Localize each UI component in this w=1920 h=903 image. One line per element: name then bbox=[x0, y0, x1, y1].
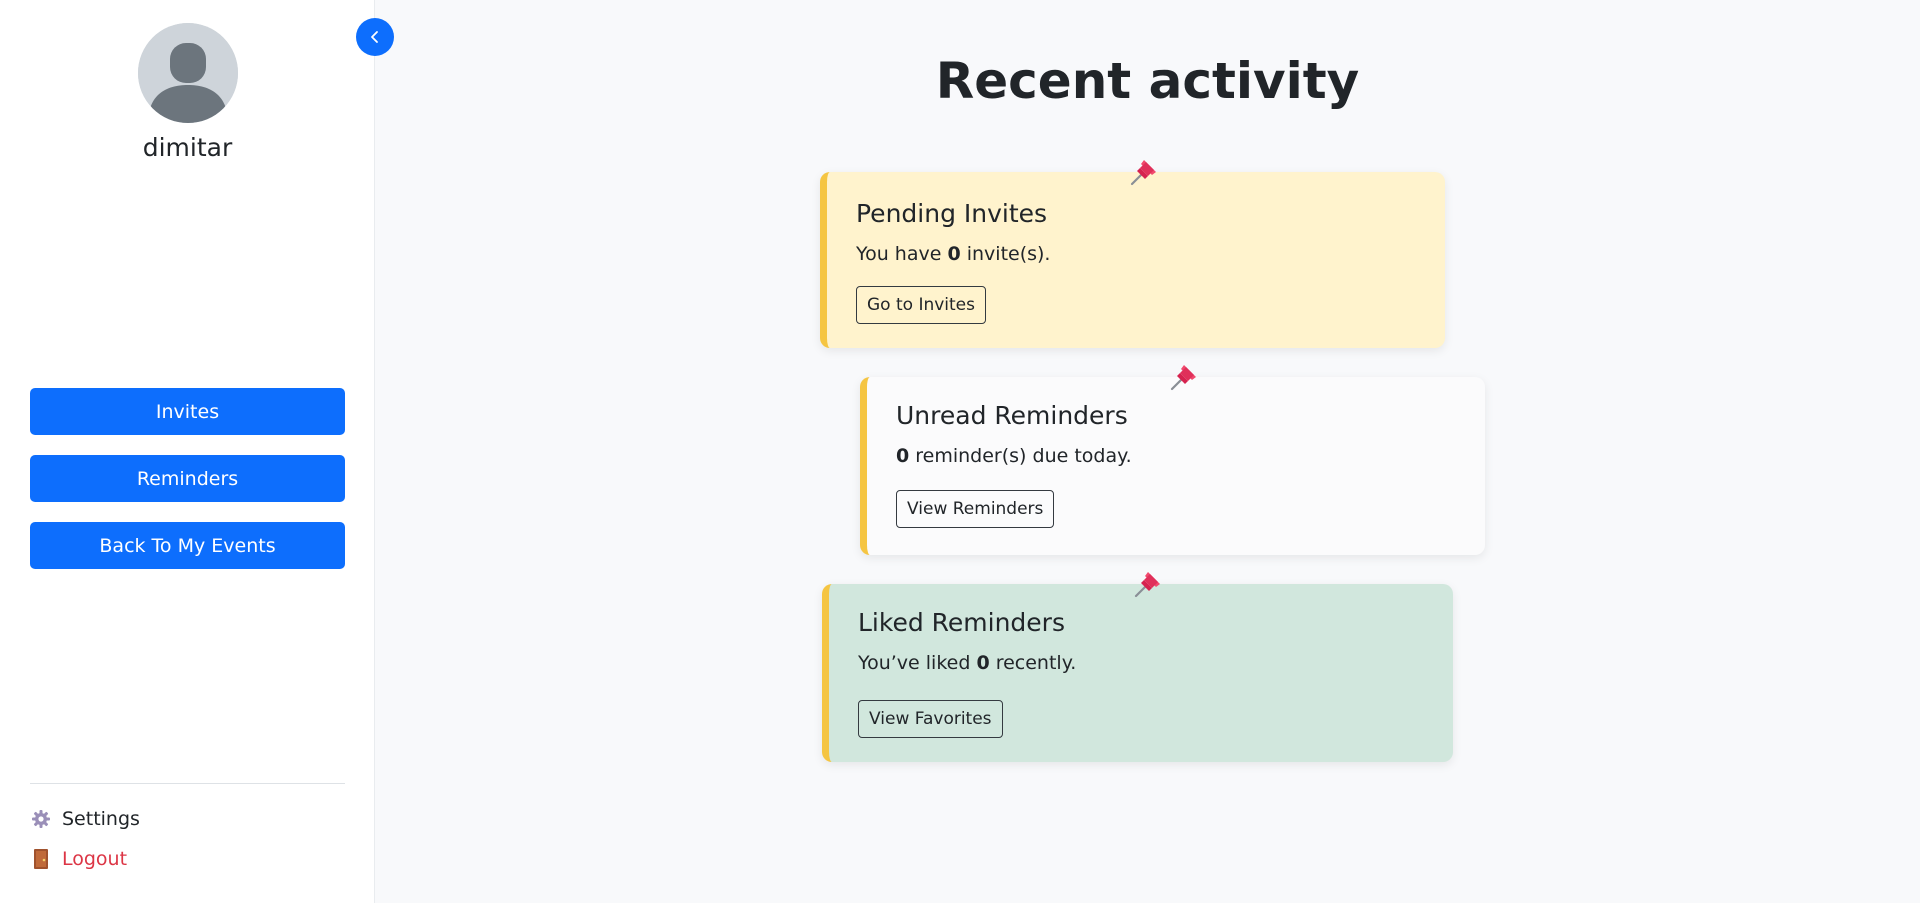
reminder-count: 0 bbox=[896, 445, 910, 467]
user-silhouette-icon bbox=[138, 23, 238, 123]
unread-reminders-card: Unread Reminders 0 reminder(s) due today… bbox=[860, 365, 1485, 555]
sidebar-divider bbox=[30, 783, 345, 784]
logout-label: Logout bbox=[62, 848, 128, 870]
page-title: Recent activity bbox=[935, 52, 1360, 110]
invites-button[interactable]: Invites bbox=[30, 388, 345, 435]
card-text-suffix: reminder(s) due today. bbox=[909, 445, 1132, 467]
chevron-left-icon bbox=[371, 31, 378, 43]
reminders-button[interactable]: Reminders bbox=[30, 455, 345, 502]
back-to-events-button[interactable]: Back To My Events bbox=[30, 522, 345, 569]
avatar bbox=[138, 23, 238, 123]
logout-link[interactable]: Logout bbox=[30, 848, 127, 870]
card-text-suffix: recently. bbox=[989, 652, 1077, 674]
card-text-prefix: You’ve liked bbox=[858, 652, 977, 674]
card-text: You have 0 invite(s). bbox=[856, 243, 1050, 265]
card-title: Liked Reminders bbox=[858, 608, 1065, 637]
card-text: 0 reminder(s) due today. bbox=[896, 445, 1132, 467]
liked-reminders-card: Liked Reminders You’ve liked 0 recently.… bbox=[822, 572, 1453, 762]
door-icon bbox=[30, 848, 52, 870]
settings-label: Settings bbox=[62, 808, 140, 830]
go-to-invites-button[interactable]: Go to Invites bbox=[856, 286, 987, 324]
gear-icon bbox=[30, 808, 52, 830]
invite-count: 0 bbox=[947, 243, 961, 265]
settings-link[interactable]: Settings bbox=[30, 808, 140, 830]
view-favorites-button[interactable]: View Favorites bbox=[858, 700, 1003, 738]
pending-invites-card: Pending Invites You have 0 invite(s). Go… bbox=[820, 160, 1445, 348]
liked-count: 0 bbox=[976, 652, 990, 674]
card-title: Unread Reminders bbox=[896, 401, 1128, 430]
sidebar: dimitar Invites Reminders Back To My Eve… bbox=[0, 0, 375, 903]
card-text: You’ve liked 0 recently. bbox=[858, 652, 1076, 674]
pushpin-icon bbox=[1130, 568, 1164, 602]
card-text-suffix: invite(s). bbox=[960, 243, 1051, 265]
collapse-sidebar-button[interactable] bbox=[356, 18, 394, 56]
pushpin-icon bbox=[1126, 156, 1160, 190]
username: dimitar bbox=[142, 133, 233, 162]
card-text-prefix: You have bbox=[856, 243, 948, 265]
card-title: Pending Invites bbox=[856, 199, 1048, 228]
view-reminders-button[interactable]: View Reminders bbox=[896, 490, 1055, 528]
pushpin-icon bbox=[1166, 361, 1200, 395]
